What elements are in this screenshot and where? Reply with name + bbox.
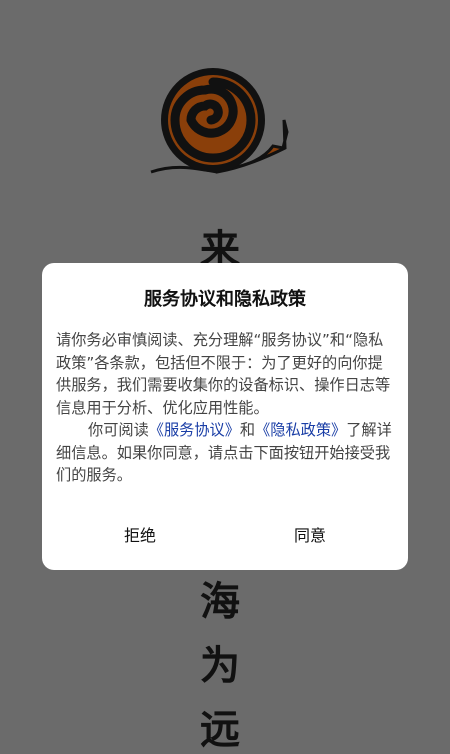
dialog-body: 请你务必审慎阅读、充分理解“服务协议”和“隐私政策”各条款，包括但不限于：为了更…	[56, 329, 396, 487]
agree-button[interactable]: 同意	[250, 521, 370, 551]
privacy-policy-link[interactable]: 《隐私政策》	[255, 421, 346, 439]
reject-button[interactable]: 拒绝	[80, 521, 200, 551]
paragraph-2-and: 和	[239, 421, 256, 439]
dialog-paragraph-2: 你可阅读《服务协议》和《隐私政策》了解详细信息。如果你同意，请点击下面按钮开始接…	[56, 419, 396, 487]
dialog-paragraph-1: 请你务必审慎阅读、充分理解“服务协议”和“隐私政策”各条款，包括但不限于：为了更…	[56, 331, 391, 417]
splash-char: 远	[200, 706, 240, 753]
snail-logo	[150, 68, 289, 174]
splash-char: 海	[200, 578, 240, 625]
privacy-dialog: 服务协议和隐私政策 请你务必审慎阅读、充分理解“服务协议”和“隐私政策”各条款，…	[42, 263, 408, 570]
dialog-title: 服务协议和隐私政策	[144, 289, 306, 310]
paragraph-2-prefix: 你可阅读	[88, 421, 149, 439]
service-agreement-link[interactable]: 《服务协议》	[149, 421, 240, 439]
splash-char: 为	[200, 642, 240, 689]
